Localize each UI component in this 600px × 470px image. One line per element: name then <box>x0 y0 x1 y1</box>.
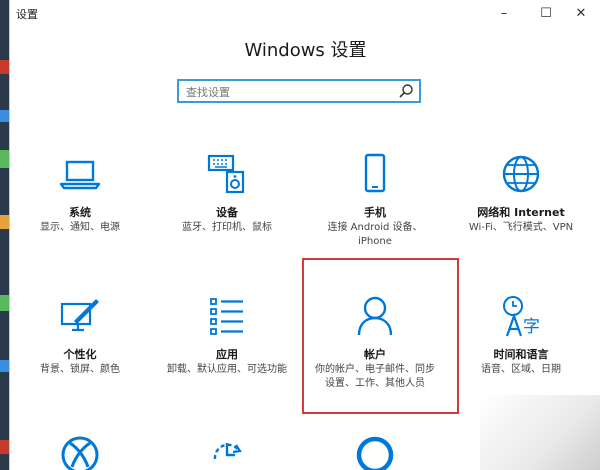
close-icon: ✕ <box>575 5 587 21</box>
tile-name: 个性化 <box>63 348 97 361</box>
page-title: Windows 设置 <box>244 40 367 61</box>
devices-icon <box>207 154 245 194</box>
tile-name: 应用 <box>216 348 238 361</box>
search-input[interactable]: 查找设置 <box>177 79 421 103</box>
window-title: 设置 <box>16 8 38 21</box>
update-security-icon[interactable] <box>205 433 249 470</box>
tile-desc: 连接 Android 设备、iPhone <box>327 222 423 247</box>
search-placeholder: 查找设置 <box>186 86 230 99</box>
tile-time-language[interactable]: 字 时间和语言 语音、区域、日期 <box>451 294 591 377</box>
tile-system[interactable]: 系统 显示、通知、电源 <box>10 152 150 235</box>
settings-window: 设置 – ☐ ✕ Windows 设置 查找设置 系统 显示、通知、电源 设备 … <box>9 0 600 470</box>
tile-desc: 语音、区域、日期 <box>481 364 561 375</box>
tile-network[interactable]: 网络和 Internet Wi-Fi、飞行模式、VPN <box>451 152 591 235</box>
desktop-edge <box>0 0 9 470</box>
maximize-icon: ☐ <box>540 5 552 21</box>
tile-desc: 显示、通知、电源 <box>40 222 120 233</box>
tile-name: 系统 <box>69 206 91 219</box>
tile-desc: 蓝牙、打印机、鼠标 <box>182 222 272 233</box>
tile-phone[interactable]: 手机 连接 Android 设备、iPhone <box>305 152 445 249</box>
tile-desc: 背景、锁屏、颜色 <box>40 364 120 375</box>
search-icon[interactable] <box>398 83 414 99</box>
globe-icon <box>502 155 540 193</box>
cortana-icon[interactable] <box>353 433 397 470</box>
maximize-button[interactable]: ☐ <box>526 0 566 26</box>
minimize-icon: – <box>500 5 508 21</box>
svg-text:字: 字 <box>523 317 540 337</box>
minimize-button[interactable]: – <box>484 0 524 26</box>
personalize-icon <box>60 299 99 332</box>
tile-personalization[interactable]: 个性化 背景、锁屏、颜色 <box>10 294 150 377</box>
tile-name: 时间和语言 <box>493 348 549 361</box>
phone-icon <box>364 153 386 193</box>
tile-devices[interactable]: 设备 蓝牙、打印机、鼠标 <box>157 152 297 235</box>
close-button[interactable]: ✕ <box>561 0 600 26</box>
tile-desc: 卸载、默认应用、可选功能 <box>167 364 287 375</box>
highlight-box <box>302 258 459 414</box>
title-bar[interactable]: 设置 – ☐ ✕ <box>10 0 600 26</box>
tile-name: 手机 <box>364 206 386 219</box>
decorative-fade <box>480 395 600 470</box>
time-language-icon: 字 <box>503 296 540 337</box>
tile-desc: Wi-Fi、飞行模式、VPN <box>468 222 574 233</box>
tile-name: 网络和 Internet <box>477 206 565 219</box>
laptop-icon <box>59 160 101 190</box>
tile-apps[interactable]: 应用 卸载、默认应用、可选功能 <box>157 294 297 377</box>
xbox-icon[interactable] <box>58 433 102 470</box>
tile-name: 设备 <box>216 206 238 219</box>
apps-icon <box>210 298 243 335</box>
